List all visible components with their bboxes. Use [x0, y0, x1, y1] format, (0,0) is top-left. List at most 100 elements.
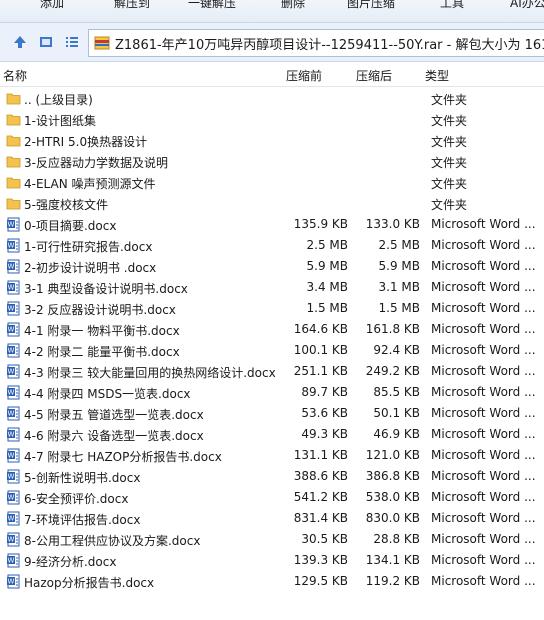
size-after: 92.4 KB: [373, 343, 420, 357]
svg-text:W: W: [8, 347, 15, 355]
svg-text:W: W: [8, 263, 15, 271]
size-before: 100.1 KB: [293, 343, 348, 357]
view-list-icon[interactable]: [64, 34, 80, 50]
list-item[interactable]: W 4-2 附录二 能量平衡书.docx 100.1 KB 92.4 KB Micros…: [0, 340, 544, 361]
size-after: 249.2 KB: [365, 364, 420, 378]
size-before: 89.7 KB: [301, 385, 348, 399]
file-name: 8-公用工程供应协议及方案.docx: [24, 534, 201, 548]
list-item[interactable]: W 0-项目摘要.docx 135.9 KB 133.0 KB Microsoft Wo…: [0, 214, 544, 235]
folder-icon: [6, 133, 21, 148]
svg-text:W: W: [8, 557, 15, 565]
word-document-icon: W: [6, 238, 21, 253]
file-type: Microsoft Word ...: [431, 406, 536, 420]
list-item[interactable]: W 7-环境评估报告.docx 831.4 KB 830.0 KB Microsoft …: [0, 508, 544, 529]
svg-text:W: W: [8, 473, 15, 481]
file-name: 3-2 反应器设计说明书.docx: [24, 303, 176, 317]
file-type: Microsoft Word ...: [431, 574, 536, 588]
list-item[interactable]: 4-ELAN 噪声预测源文件 文件夹: [0, 172, 544, 193]
list-item[interactable]: 3-反应器动力学数据及说明 文件夹: [0, 151, 544, 172]
word-document-icon: W: [6, 385, 21, 400]
address-field[interactable]: Z1861-年产10万吨异丙醇项目设计--1259411--50Y.rar - …: [88, 29, 544, 57]
size-before: 5.9 MB: [306, 259, 348, 273]
list-item[interactable]: 1-设计图纸集 文件夹: [0, 109, 544, 130]
svg-text:W: W: [8, 326, 15, 334]
file-type: Microsoft Word ...: [431, 511, 536, 525]
list-item[interactable]: W 4-1 附录一 物料平衡书.docx 164.6 KB 161.8 KB Micro…: [0, 319, 544, 340]
list-item[interactable]: W 5-创新性说明书.docx 388.6 KB 386.8 KB Microsoft …: [0, 466, 544, 487]
file-name: 2-HTRI 5.0换热器设计: [24, 135, 148, 149]
list-item[interactable]: 2-HTRI 5.0换热器设计 文件夹: [0, 130, 544, 151]
word-document-icon: W: [6, 280, 21, 295]
file-name: 6-安全预评价.docx: [24, 492, 129, 506]
file-name: Hazop分析报告书.docx: [24, 576, 155, 590]
list-item[interactable]: W 8-公用工程供应协议及方案.docx 30.5 KB 28.8 KB Microso…: [0, 529, 544, 550]
delete-button[interactable]: 删除: [281, 0, 305, 11]
extract-to-button[interactable]: 解压到: [114, 0, 150, 11]
tools-button[interactable]: 工具: [440, 0, 464, 11]
size-before: 251.1 KB: [293, 364, 348, 378]
list-item[interactable]: W 6-安全预评价.docx 541.2 KB 538.0 KB Microsoft W…: [0, 487, 544, 508]
list-item[interactable]: W 3-1 典型设备设计说明书.docx 3.4 MB 3.1 MB Microsoft…: [0, 277, 544, 298]
size-after: 46.9 KB: [373, 427, 420, 441]
size-before: 831.4 KB: [293, 511, 348, 525]
ai-office-button[interactable]: AI办公: [510, 0, 544, 11]
list-item[interactable]: W 4-6 附录六 设备选型一览表.docx 49.3 KB 46.9 KB Micro…: [0, 424, 544, 445]
file-name: 1-设计图纸集: [24, 114, 96, 128]
view-large-icon[interactable]: [38, 34, 54, 50]
arrow-up-icon[interactable]: [12, 34, 28, 50]
size-after: 830.0 KB: [365, 511, 420, 525]
svg-text:W: W: [8, 305, 15, 313]
list-item[interactable]: W 4-7 附录七 HAZOP分析报告书.docx 131.1 KB 121.0 KB…: [0, 445, 544, 466]
size-after: 85.5 KB: [373, 385, 420, 399]
list-item[interactable]: W Hazop分析报告书.docx 129.5 KB 119.2 KB Microsof…: [0, 571, 544, 592]
column-type[interactable]: 类型: [425, 67, 449, 84]
list-item[interactable]: W 1-可行性研究报告.docx 2.5 MB 2.5 MB Microsoft Wor…: [0, 235, 544, 256]
list-item[interactable]: 5-强度校核文件 文件夹: [0, 193, 544, 214]
archive-path: Z1861-年产10万吨异丙醇项目设计--1259411--50Y.rar - …: [115, 37, 544, 53]
size-before: 49.3 KB: [301, 427, 348, 441]
size-after: 119.2 KB: [365, 574, 420, 588]
file-name: 3-反应器动力学数据及说明: [24, 156, 168, 170]
list-item[interactable]: W 4-3 附录三 较大能量回用的换热网络设计.docx 251.1 KB 249.2…: [0, 361, 544, 382]
one-click-extract-button[interactable]: 一键解压: [188, 0, 236, 11]
file-name: 4-7 附录七 HAZOP分析报告书.docx: [24, 450, 222, 464]
file-name: 3-1 典型设备设计说明书.docx: [24, 282, 188, 296]
image-compress-button[interactable]: 图片压缩: [347, 0, 395, 11]
list-item[interactable]: W 4-5 附录五 管道选型一览表.docx 53.6 KB 50.1 KB Micro…: [0, 403, 544, 424]
add-button[interactable]: 添加: [40, 0, 64, 11]
file-name: .. (上级目录): [24, 93, 93, 107]
size-before: 129.5 KB: [293, 574, 348, 588]
column-name[interactable]: 名称: [3, 67, 27, 84]
file-name: 4-3 附录三 较大能量回用的换热网络设计.docx: [24, 366, 276, 380]
file-name: 5-强度校核文件: [24, 198, 108, 212]
list-item[interactable]: W 2-初步设计说明书 .docx 5.9 MB 5.9 MB Microsoft Wo…: [0, 256, 544, 277]
list-item[interactable]: W 9-经济分析.docx 139.3 KB 134.1 KB Microsoft Wo…: [0, 550, 544, 571]
size-before: 135.9 KB: [293, 217, 348, 231]
size-after: 538.0 KB: [365, 490, 420, 504]
svg-text:W: W: [8, 536, 15, 544]
column-packed[interactable]: 压缩前: [286, 67, 322, 84]
size-after: 121.0 KB: [365, 448, 420, 462]
size-before: 164.6 KB: [293, 322, 348, 336]
list-item[interactable]: W 3-2 反应器设计说明书.docx 1.5 MB 1.5 MB Microsoft …: [0, 298, 544, 319]
file-type: Microsoft Word ...: [431, 238, 536, 252]
svg-text:W: W: [8, 431, 15, 439]
size-after: 5.9 MB: [378, 259, 420, 273]
file-type: Microsoft Word ...: [431, 217, 536, 231]
file-name: 1-可行性研究报告.docx: [24, 240, 153, 254]
toolbar: 添加 解压到 一键解压 删除 图片压缩 工具 AI办公: [0, 0, 544, 23]
column-unpacked[interactable]: 压缩后: [356, 67, 392, 84]
file-name: 9-经济分析.docx: [24, 555, 117, 569]
word-document-icon: W: [6, 217, 21, 232]
svg-text:W: W: [8, 578, 15, 586]
list-item[interactable]: W 4-4 附录四 MSDS一览表.docx 89.7 KB 85.5 KB Micro…: [0, 382, 544, 403]
svg-text:W: W: [8, 389, 15, 397]
file-type: Microsoft Word ...: [431, 259, 536, 273]
list-item[interactable]: .. (上级目录) 文件夹: [0, 88, 544, 109]
svg-text:W: W: [8, 410, 15, 418]
svg-text:W: W: [8, 494, 15, 502]
file-type: 文件夹: [431, 156, 468, 170]
size-after: 28.8 KB: [373, 532, 420, 546]
word-document-icon: W: [6, 364, 21, 379]
file-name: 4-2 附录二 能量平衡书.docx: [24, 345, 180, 359]
